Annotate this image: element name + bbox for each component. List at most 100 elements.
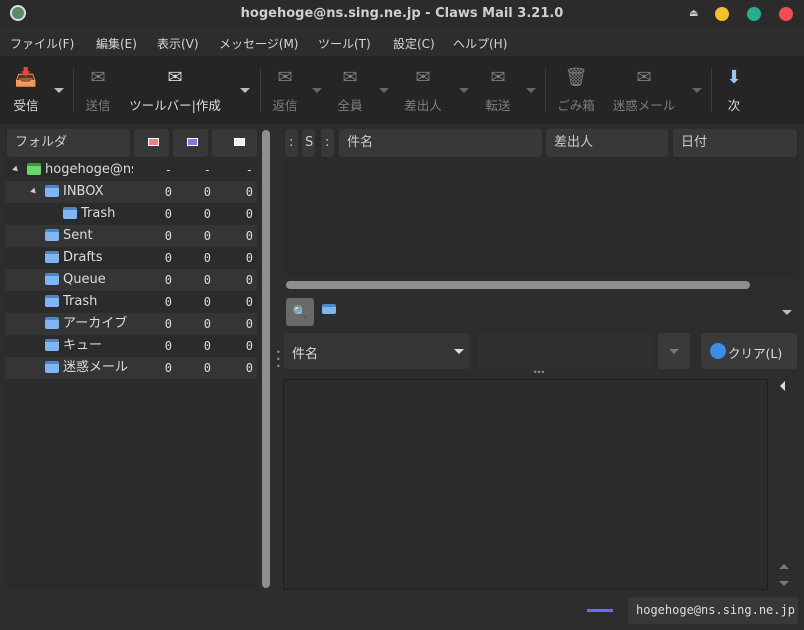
reply-button[interactable]: ✉ 返信 (265, 56, 305, 124)
expander-icon[interactable] (30, 187, 38, 196)
mark-column-header[interactable]: : (285, 129, 298, 157)
down-arrow-icon: ⬇ (726, 67, 742, 88)
new-count: 0 (164, 185, 172, 199)
title-bar: hogehoge@ns.sing.ne.jp - Claws Mail 3.21… (0, 0, 804, 28)
account-icon (27, 163, 41, 175)
receive-mail-icon: 📥 (14, 67, 38, 88)
folder-row[interactable]: アーカイブ 0 0 0 (5, 313, 257, 335)
folder-scrollbar[interactable] (262, 130, 270, 588)
folder-row[interactable]: INBOX 0 0 0 (5, 181, 257, 203)
collapse-arrow[interactable] (780, 381, 785, 391)
total-count: 0 (245, 361, 253, 375)
menu-view[interactable]: 表示(V) (157, 35, 199, 52)
new-mail-icon (148, 138, 159, 146)
clear-button[interactable]: クリア(L) (701, 333, 797, 369)
from-column-header[interactable]: 差出人 (546, 129, 668, 157)
search-field-select[interactable]: 件名 (284, 333, 470, 369)
total-column-header[interactable] (212, 129, 257, 157)
folder-row[interactable]: Queue 0 0 0 (5, 269, 257, 291)
total-count: 0 (245, 295, 253, 309)
expander-icon[interactable] (12, 165, 20, 174)
reply-all-button[interactable]: ✉ 全員 (330, 56, 370, 124)
separator (711, 68, 712, 112)
folder-row[interactable]: hogehoge@ns - - - (5, 159, 257, 181)
online-status-icon[interactable] (587, 609, 613, 612)
search-toggle-button[interactable]: 🔍 (286, 298, 314, 326)
reply-all-icon: ✉ (342, 67, 358, 88)
total-count: 0 (245, 229, 253, 243)
unread-count: 0 (203, 207, 211, 221)
pane-resize-handle[interactable]: ••• (276, 349, 281, 371)
folder-row[interactable]: Sent 0 0 0 (5, 225, 257, 247)
reply-dropdown[interactable] (312, 88, 322, 93)
folder-row[interactable]: キュー 0 0 0 (5, 335, 257, 357)
scroll-down-arrow[interactable] (779, 581, 789, 586)
compose-button[interactable]: ✉ ツールバー|作成 (124, 56, 226, 124)
menu-tools[interactable]: ツール(T) (318, 35, 371, 52)
compose-dropdown[interactable] (240, 88, 250, 93)
unread-mail-icon (187, 138, 198, 146)
minimize-button[interactable] (715, 7, 729, 21)
search-history-dropdown[interactable] (658, 333, 690, 369)
total-count: 0 (245, 273, 253, 287)
new-count: - (164, 163, 172, 177)
unread-count: 0 (203, 295, 211, 309)
trash-button[interactable]: 🗑 ごみ箱 (554, 56, 598, 124)
new-count: 0 (164, 251, 172, 265)
total-count: 0 (245, 251, 253, 265)
menu-file[interactable]: ファイル(F) (10, 35, 74, 52)
unread-count: - (203, 163, 211, 177)
next-button[interactable]: ⬇ 次 (722, 56, 746, 124)
folder-row[interactable]: Trash 0 0 0 (5, 203, 257, 225)
status-column-header[interactable]: S (302, 129, 315, 157)
menu-settings[interactable]: 設定(C) (393, 35, 435, 52)
unread-column-header[interactable] (173, 129, 208, 157)
search-input[interactable] (478, 333, 652, 369)
subject-column-header[interactable]: 件名 (339, 129, 542, 157)
total-count: 0 (245, 339, 253, 353)
message-list-hscrollbar[interactable] (286, 281, 750, 289)
menu-help[interactable]: ヘルプ(H) (453, 35, 507, 52)
send-icon: ✉ (90, 67, 106, 88)
attachment-column-header[interactable]: : (321, 129, 334, 157)
send-button[interactable]: ✉ 送信 (78, 56, 118, 124)
separator (73, 68, 74, 112)
spam-dropdown[interactable] (692, 88, 702, 93)
folder-row[interactable]: Drafts 0 0 0 (5, 247, 257, 269)
message-list: : S : 件名 差出人 日付 (283, 129, 799, 277)
clear-icon (710, 343, 726, 359)
total-count: 0 (245, 185, 253, 199)
reply-sender-dropdown[interactable] (459, 88, 469, 93)
unread-count: 0 (203, 273, 211, 287)
close-button[interactable] (779, 7, 793, 21)
date-column-header[interactable]: 日付 (673, 129, 797, 157)
new-column-header[interactable] (134, 129, 169, 157)
folder-icon[interactable] (322, 304, 336, 314)
quicksearch-menu-dropdown[interactable] (782, 310, 792, 315)
menu-edit[interactable]: 編集(E) (96, 35, 137, 52)
unread-count: 0 (203, 317, 211, 331)
menu-message[interactable]: メッセージ(M) (219, 35, 298, 52)
folder-column-header[interactable]: フォルダ (7, 129, 130, 157)
spam-button[interactable]: ✉ 迷惑メール (608, 56, 680, 124)
receive-button[interactable]: 📥 受信 (6, 56, 46, 124)
new-count: 0 (164, 207, 172, 221)
eject-icon[interactable]: ⏏ (689, 8, 698, 19)
pane-resize-handle[interactable]: ••• (533, 368, 545, 377)
forward-button[interactable]: ✉ 転送 (478, 56, 518, 124)
clear-label: クリア(L) (728, 346, 783, 361)
unread-count: 0 (203, 185, 211, 199)
scroll-up-arrow[interactable] (779, 564, 789, 569)
receive-dropdown[interactable] (54, 88, 64, 93)
folder-icon (45, 317, 59, 329)
folder-row[interactable]: 迷惑メール 0 0 0 (5, 357, 257, 379)
reply-sender-button[interactable]: ✉ 差出人 (400, 56, 446, 124)
maximize-button[interactable] (747, 7, 761, 21)
account-status[interactable]: hogehoge@ns.sing.ne.jp (628, 597, 798, 624)
forward-dropdown[interactable] (526, 88, 536, 93)
unread-count: 0 (203, 361, 211, 375)
new-count: 0 (164, 317, 172, 331)
folder-row[interactable]: Trash 0 0 0 (5, 291, 257, 313)
compose-icon: ✉ (167, 67, 183, 88)
reply-all-dropdown[interactable] (379, 88, 389, 93)
